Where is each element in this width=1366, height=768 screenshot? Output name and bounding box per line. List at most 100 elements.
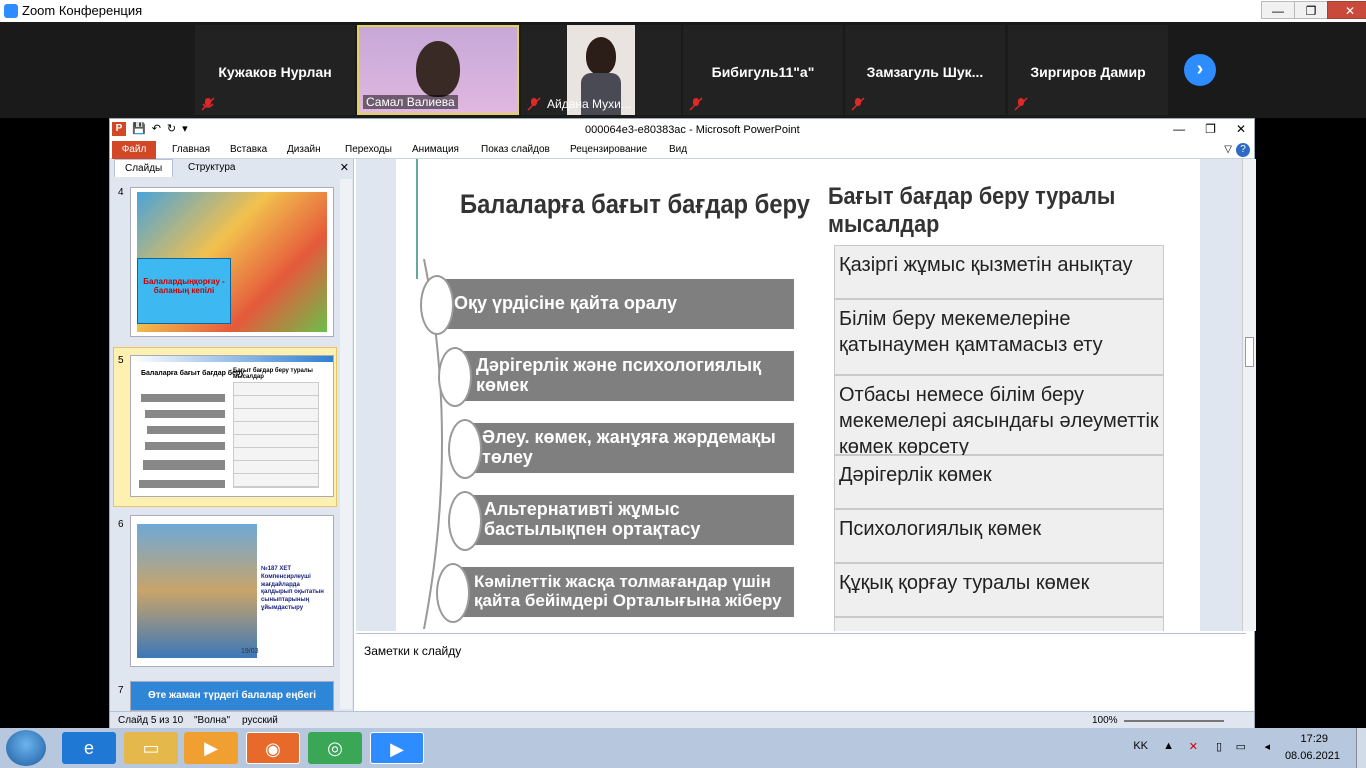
quick-access-toolbar: P 💾 ↶ ↻ ▾ <box>112 122 188 136</box>
participant-tile[interactable]: Замзагуль Шук... <box>845 25 1005 115</box>
participant-name: Бибигуль11"а" <box>711 64 815 80</box>
internet-explorer-icon[interactable]: e <box>62 732 116 764</box>
left-item: Кәмілеттік жасқа толмағандар үшін қайта … <box>452 567 794 617</box>
undo-icon[interactable]: ↶ <box>152 122 161 136</box>
slide-thumbnail-5[interactable]: Балаларға бағыт бағдар беру Бағыт бағдар… <box>130 355 334 497</box>
thumb-subtitle: Бағыт бағдар беру туралы мысалдар <box>233 368 313 380</box>
ppt-window-title: 000064e3-e80383ac - Microsoft PowerPoint <box>585 124 800 136</box>
zoom-level[interactable]: 100% <box>1092 715 1118 726</box>
participant-label: Самал Валиева <box>363 95 458 109</box>
participant-name: Зиргиров Дамир <box>1030 64 1146 80</box>
redo-icon[interactable]: ↻ <box>167 122 176 136</box>
start-button[interactable] <box>6 730 46 766</box>
thumb-text: №187 ХЕТ Компенсирлеуші жағдайларда қалд… <box>261 566 324 611</box>
participant-video-tile[interactable]: Самал Валиева <box>357 25 519 115</box>
slide-thumbnail-7[interactable]: Өте жаман түрдегі балалар еңбегі <box>130 681 334 711</box>
power-icon[interactable]: ▯ <box>1216 740 1222 753</box>
slide-thumbnail-4[interactable]: Балалардыңқорғау - баланың кепілі <box>130 187 334 337</box>
left-title: Балаларға бағыт бағдар беру <box>460 189 810 219</box>
maximize-button[interactable]: ❐ <box>1294 1 1328 19</box>
participant-tile[interactable]: Бибигуль11"а" <box>683 25 843 115</box>
thumb-bar <box>139 480 225 488</box>
participant-name: Замзагуль Шук... <box>866 64 984 80</box>
chrome-icon[interactable]: ◎ <box>308 732 362 764</box>
bullet-circle <box>420 275 454 335</box>
right-item: Дәрігерлік көмек <box>834 455 1164 509</box>
network-icon[interactable]: ✕ <box>1189 740 1198 753</box>
zoom-title-bar: Zoom Конференция — ❐ ✕ <box>0 0 1366 22</box>
taskbar: e ▭ ▶ ◉ ◎ ▶ KK ▲ ✕ ▯ ▭ ◂ 17:29 08.06.202… <box>0 728 1366 768</box>
next-page-button[interactable]: › <box>1184 54 1216 86</box>
tab-view[interactable]: Вид <box>669 144 687 155</box>
tab-design[interactable]: Дизайн <box>287 144 321 155</box>
tab-slideshow[interactable]: Показ слайдов <box>481 144 550 155</box>
file-explorer-icon[interactable]: ▭ <box>124 732 178 764</box>
ppt-close-icon[interactable]: ✕ <box>1236 122 1246 136</box>
clock-date[interactable]: 08.06.2021 <box>1285 750 1340 762</box>
ppt-restore-icon[interactable]: ❐ <box>1205 122 1216 136</box>
zoom-app-icon[interactable]: ▶ <box>370 732 424 764</box>
participant-tile[interactable]: Зиргиров Дамир <box>1008 25 1168 115</box>
zoom-logo-icon <box>4 4 18 18</box>
close-button[interactable]: ✕ <box>1327 1 1366 19</box>
tab-animation[interactable]: Анимация <box>412 144 459 155</box>
slide-editor: Балаларға бағыт бағдар беру Бағыт бағдар… <box>356 159 1256 631</box>
zoom-window-title: Zoom Конференция <box>22 3 143 18</box>
powerpoint-logo-icon: P <box>112 122 126 136</box>
slides-pane: Слайды Структура ✕ 4 Балалардыңқорғау - … <box>110 159 354 711</box>
scroll-thumb[interactable] <box>1245 337 1254 367</box>
display-icon[interactable]: ▭ <box>1236 740 1246 753</box>
muted-mic-icon <box>201 97 215 111</box>
ribbon-expand-icon[interactable]: ▽ <box>1224 144 1232 155</box>
close-pane-icon[interactable]: ✕ <box>340 161 349 174</box>
save-icon[interactable]: 💾 <box>132 122 146 136</box>
notes-area[interactable]: Заметки к слайду <box>356 633 1246 711</box>
muted-mic-icon <box>689 97 703 111</box>
slides-scrollbar[interactable] <box>340 179 352 709</box>
right-item: Отбасы немесе білім беру мекемелері аясы… <box>834 375 1164 458</box>
tab-review[interactable]: Рецензирование <box>570 144 647 155</box>
tab-insert[interactable]: Вставка <box>230 144 267 155</box>
muted-mic-icon <box>1014 97 1028 111</box>
zoom-slider[interactable] <box>1124 720 1224 722</box>
participant-tile[interactable]: Кужаков Нурлан <box>195 25 355 115</box>
participant-face <box>586 37 616 75</box>
right-item: Қазіргі жұмыс қызметін анықтау <box>834 245 1164 299</box>
participant-name: Кужаков Нурлан <box>218 64 332 80</box>
tab-home[interactable]: Главная <box>172 144 210 155</box>
status-language: русский <box>242 715 278 726</box>
slide-thumbnail-6[interactable]: 19/03 №187 ХЕТ Компенсирлеуші жағдайлард… <box>130 515 334 667</box>
media-player-icon[interactable]: ▶ <box>184 732 238 764</box>
firefox-icon[interactable]: ◉ <box>246 732 300 764</box>
help-icon[interactable]: ? <box>1236 143 1250 157</box>
thumb-wave <box>131 356 333 362</box>
tab-outline[interactable]: Структура <box>178 159 245 177</box>
powerpoint-window: P 💾 ↶ ↻ ▾ 000064e3-e80383ac - Microsoft … <box>109 118 1256 729</box>
show-desktop-button[interactable] <box>1356 728 1366 768</box>
participant-gallery: Кужаков Нурлан Самал Валиева Айдана Мухи… <box>0 22 1366 118</box>
thumb-bar <box>145 410 225 418</box>
language-indicator[interactable]: KK <box>1133 740 1148 752</box>
bullet-circle <box>436 563 470 623</box>
zoom-window-controls: — ❐ ✕ <box>1261 1 1366 19</box>
minimize-button[interactable]: — <box>1261 1 1295 19</box>
customize-toolbar-icon[interactable]: ▾ <box>182 122 188 136</box>
tab-slides[interactable]: Слайды <box>114 159 174 177</box>
right-title: Бағыт бағдар беру туралы мысалдар <box>828 183 1116 238</box>
clock-time[interactable]: 17:29 <box>1300 733 1328 745</box>
slide-scrollbar[interactable] <box>1242 159 1256 631</box>
right-item: Психологиялық көмек <box>834 509 1164 563</box>
volume-icon[interactable]: ◂ <box>1264 740 1270 753</box>
notes-placeholder: Заметки к слайду <box>364 644 462 658</box>
left-item: Альтернативті жұмыс бастылықпен ортақтас… <box>462 495 794 545</box>
muted-mic-icon <box>851 97 865 111</box>
left-item: Әлеу. көмек, жанұяға жәрдемақы төлеу <box>468 423 794 473</box>
tab-transitions[interactable]: Переходы <box>345 144 392 155</box>
slide-number: 7 <box>118 685 124 696</box>
status-theme: "Волна" <box>194 715 231 726</box>
show-hidden-icons[interactable]: ▲ <box>1163 740 1174 752</box>
tab-file[interactable]: Файл <box>112 141 156 159</box>
participant-video-tile[interactable]: Айдана Мухи... <box>521 25 681 115</box>
pane-tabs: Слайды Структура ✕ <box>110 159 353 177</box>
ppt-minimize-icon[interactable]: — <box>1173 122 1185 136</box>
